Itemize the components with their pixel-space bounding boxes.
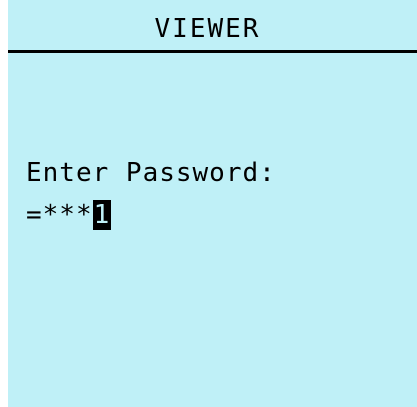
title-bar: VIEWER <box>8 8 417 53</box>
password-prompt-label: Enter Password: <box>26 158 276 188</box>
password-prefix: = <box>26 200 43 230</box>
title-divider <box>8 50 417 53</box>
password-masked-digits: *** <box>42 200 93 230</box>
lcd-screen: VIEWER Enter Password: = *** 1 <box>8 0 417 407</box>
password-entry-field[interactable]: = *** 1 <box>26 200 112 230</box>
screen-title: VIEWER <box>154 14 261 44</box>
password-cursor-digit[interactable]: 1 <box>92 200 112 230</box>
